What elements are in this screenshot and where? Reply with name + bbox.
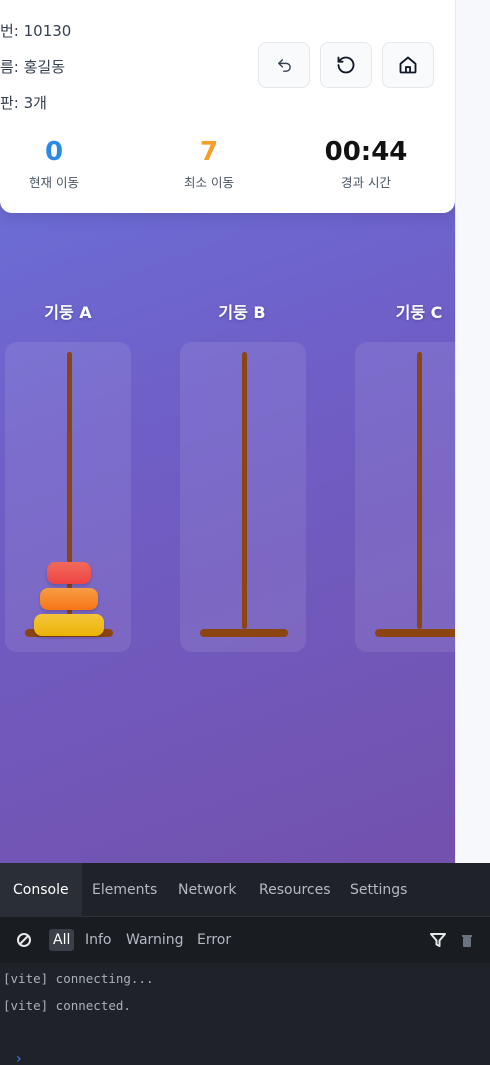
refresh-icon [337,56,355,74]
elapsed-time-stat: 00:44 경과 시간 [291,136,441,191]
filter-info[interactable]: Info [85,929,112,951]
filter-warning[interactable]: Warning [126,929,184,951]
devtools-tabs: Console Elements Network Resources Setti… [0,863,490,917]
page-margin [455,0,490,863]
peg-a-title: 기둥 A [44,303,92,322]
peg-c[interactable] [355,342,455,652]
filter-all[interactable]: All [49,929,75,951]
devtools-console: Console Elements Network Resources Setti… [0,863,490,1065]
peg-rod [242,352,247,629]
peg-base [200,629,288,637]
console-prompt-caret[interactable]: › [16,1054,28,1065]
tab-resources[interactable]: Resources [259,863,331,917]
elapsed-time-label: 경과 시간 [341,175,391,190]
peg-rod [417,352,422,629]
console-log-line: [vite] connecting... [3,971,154,986]
tab-elements[interactable]: Elements [92,863,157,917]
undo-icon [277,58,291,72]
peg-b-title: 기둥 B [218,303,266,322]
undo-button[interactable] [258,42,310,88]
peg-c-title: 기둥 C [395,303,443,322]
console-log-line: [vite] connected. [3,998,131,1013]
minimum-moves-stat: 7 최소 이동 [134,136,284,191]
filter-error[interactable]: Error [197,929,231,951]
disk-size-1[interactable] [47,562,91,584]
disk-size-2[interactable] [40,588,98,610]
minimum-moves-value: 7 [199,137,219,167]
home-icon [399,56,417,74]
current-moves-value: 0 [44,137,64,167]
disk-size-3[interactable] [34,614,104,636]
student-name: 름: 홍길동 [0,58,66,76]
peg-base [375,629,455,637]
minimum-moves-label: 최소 이동 [184,175,234,190]
elapsed-time-value: 00:44 [324,137,408,167]
peg-a[interactable] [5,342,131,652]
tab-console[interactable]: Console [0,863,82,917]
tab-network[interactable]: Network [178,863,236,917]
game-stage: 번: 10130 름: 홍길동 판: 3개 0 현재 이동 7 최소 이동 00… [0,0,455,863]
current-moves-label: 현재 이동 [29,175,79,190]
game-info-card: 번: 10130 름: 홍길동 판: 3개 0 현재 이동 7 최소 이동 00… [0,0,455,213]
clear-console-icon[interactable] [16,932,32,948]
console-filters: All Info Warning Error [0,917,490,963]
trash-icon[interactable] [461,934,473,948]
reset-button[interactable] [320,42,372,88]
student-number: 번: 10130 [0,22,72,40]
disk-count: 판: 3개 [0,94,47,112]
home-button[interactable] [382,42,434,88]
filter-funnel-icon[interactable] [430,933,446,947]
current-moves-stat: 0 현재 이동 [0,136,129,191]
peg-b[interactable] [180,342,306,652]
tab-settings[interactable]: Settings [350,863,407,917]
